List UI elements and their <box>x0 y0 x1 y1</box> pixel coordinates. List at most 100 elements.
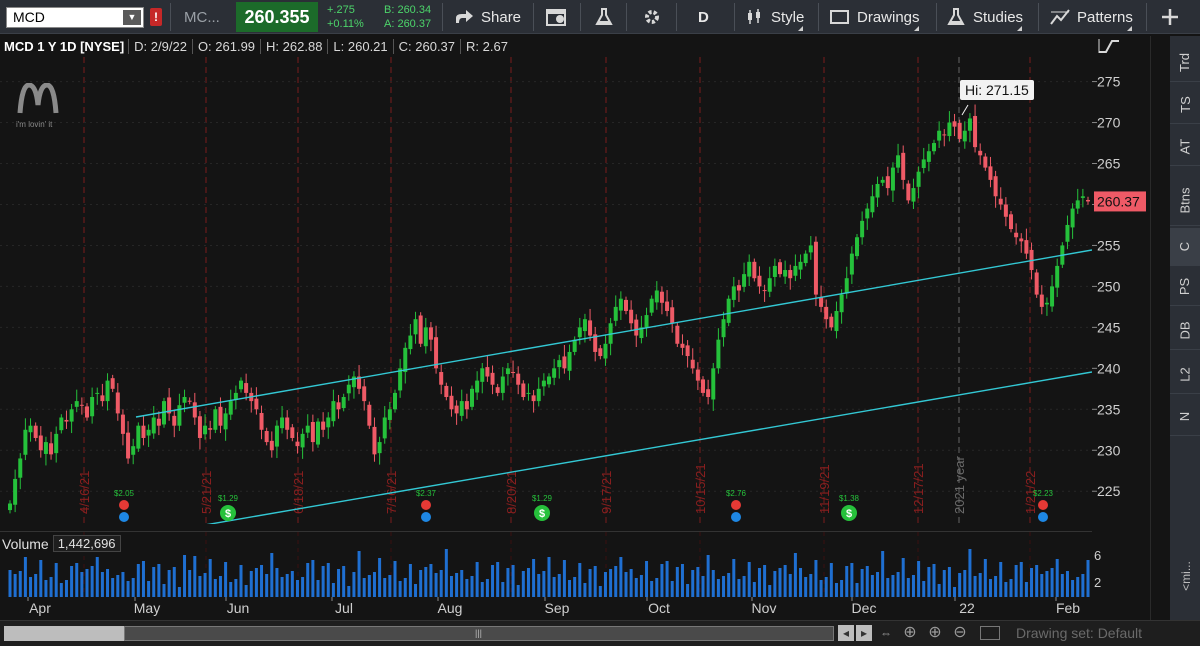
volume-bar <box>311 560 315 598</box>
tab-ts[interactable]: TS <box>1170 86 1200 124</box>
candle <box>351 371 356 399</box>
candle-body <box>752 261 757 279</box>
candle-body <box>69 409 74 422</box>
tab-l2[interactable]: L2 <box>1170 356 1200 394</box>
symbol-dropdown-icon[interactable]: ▼ <box>123 10 141 25</box>
high-callout: Hi: 271.15 <box>960 80 1034 100</box>
candle <box>865 203 870 230</box>
candle <box>808 236 813 260</box>
candle-body <box>747 261 752 277</box>
tab-n[interactable]: N <box>1170 398 1200 436</box>
candle-body <box>43 442 48 454</box>
volume-bar <box>75 563 79 598</box>
fit-screen-icon[interactable] <box>980 626 1000 640</box>
price-axis[interactable]: 225230235240245250255260265270275260.376… <box>1092 57 1150 597</box>
candle-body <box>336 402 341 410</box>
crosshair-icon[interactable]: ⊕ <box>902 625 918 641</box>
chart-settings-button[interactable] <box>546 0 568 34</box>
scroll-right-button[interactable]: ▸ <box>856 625 872 641</box>
candle-body <box>300 433 305 448</box>
volume-bar <box>834 583 838 598</box>
volume-bar <box>239 565 243 598</box>
candle <box>844 266 849 299</box>
volume-bar <box>675 567 679 598</box>
scroll-left-button[interactable]: ◂ <box>838 625 854 641</box>
zoom-in-icon[interactable]: ⊕ <box>927 625 943 641</box>
horizontal-scrollbar[interactable]: ||| <box>4 626 834 641</box>
candle <box>885 166 890 196</box>
candle-body <box>849 253 854 275</box>
candle-body <box>721 319 726 338</box>
candle <box>757 266 762 294</box>
volume-bar <box>157 564 161 598</box>
tab-c[interactable]: C <box>1170 228 1200 266</box>
candle <box>726 295 731 327</box>
volume-bar <box>496 562 500 598</box>
upper-channel-line <box>135 249 1093 418</box>
candle <box>310 414 315 452</box>
zoom-out-icon[interactable]: ⊖ <box>952 625 968 641</box>
tab-btns[interactable]: Btns <box>1170 176 1200 226</box>
expand-chart-icon[interactable] <box>1098 38 1120 54</box>
volume-bar <box>249 571 253 598</box>
pan-icon[interactable]: ⇔ <box>878 625 894 641</box>
candle-body <box>8 503 12 511</box>
add-button[interactable] <box>1160 0 1180 34</box>
volume-bar <box>891 575 895 598</box>
panel-divider[interactable] <box>1150 36 1170 620</box>
candle-body <box>957 122 962 139</box>
price-chart[interactable]: 4/16/215/21/216/18/217/16/218/20/219/17/… <box>0 57 1093 557</box>
volume-bar <box>1045 571 1049 598</box>
candle-body <box>926 151 931 162</box>
tab-db[interactable]: DB <box>1170 312 1200 350</box>
studies-button[interactable]: Studies <box>946 0 1023 34</box>
volume-bar <box>686 584 690 598</box>
gear-button[interactable] <box>642 0 662 34</box>
scrollbar-thumb[interactable]: ||| <box>124 626 834 641</box>
style-button[interactable]: Style <box>746 0 804 34</box>
flask-button[interactable] <box>594 0 614 34</box>
volume-bar <box>614 566 618 598</box>
volume-bar <box>706 555 710 598</box>
volume-bar <box>819 580 823 598</box>
patterns-icon <box>1050 9 1070 25</box>
candle <box>1065 215 1070 250</box>
symbol-input[interactable]: MCD ▼ <box>6 7 144 28</box>
price-tick-label: 265 <box>1097 156 1121 172</box>
month-label: 22 <box>959 600 975 616</box>
time-axis[interactable]: Apr May Jun Jul Aug Sep Oct Nov Dec 22 Feb <box>0 597 1092 619</box>
candle-body <box>803 253 808 264</box>
volume-bar <box>352 572 356 598</box>
candle <box>321 412 326 438</box>
candle <box>1070 203 1075 239</box>
volume-bar <box>639 575 643 598</box>
tab-at[interactable]: AT <box>1170 128 1200 166</box>
volume-bar <box>480 582 484 598</box>
drawing-set-label[interactable]: Drawing set: Default <box>1016 625 1142 641</box>
candle <box>23 418 28 461</box>
share-button[interactable]: Share <box>454 0 521 34</box>
tab-trd[interactable]: Trd <box>1170 44 1200 82</box>
candle <box>721 311 726 347</box>
candle-body <box>932 143 936 152</box>
candle-body <box>254 398 259 410</box>
collapsed-panel-label[interactable]: <mi... <box>1174 556 1198 596</box>
alert-flag-icon[interactable]: ! <box>150 8 162 26</box>
candle <box>49 431 54 460</box>
candle-body <box>403 347 408 373</box>
candle <box>326 412 331 439</box>
candle-body <box>967 118 972 131</box>
candle-body <box>290 427 295 438</box>
candle-body <box>973 115 978 148</box>
volume-bar <box>511 565 515 598</box>
drawings-button[interactable]: Drawings <box>830 0 920 34</box>
volume-bar <box>619 557 623 598</box>
patterns-label: Patterns <box>1077 8 1133 26</box>
tab-ps[interactable]: PS <box>1170 268 1200 306</box>
header-open: O: 261.99 <box>191 38 260 54</box>
volume-bar <box>942 570 946 598</box>
patterns-button[interactable]: Patterns <box>1050 0 1133 34</box>
volume-chart[interactable] <box>0 531 1092 598</box>
candle-body <box>239 380 243 390</box>
aggregation-button[interactable]: D <box>698 0 709 34</box>
